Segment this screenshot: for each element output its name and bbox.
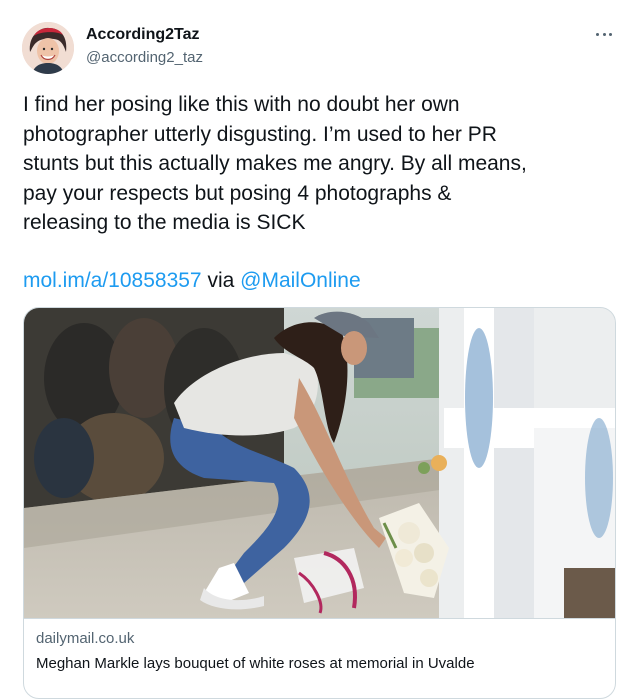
more-horizontal-icon[interactable] [594, 24, 614, 44]
card-meta[interactable]: dailymail.co.uk Meghan Markle lays bouqu… [24, 618, 615, 674]
tweet-text-line: releasing to the media is SICK [23, 211, 306, 234]
link-card[interactable]: dailymail.co.uk Meghan Markle lays bouqu… [23, 307, 616, 699]
author-name[interactable]: According2Taz [86, 26, 200, 44]
author-handle[interactable]: @according2_taz [86, 49, 203, 66]
via-text: via [201, 269, 241, 292]
tweet-text-line: pay your respects but posing 4 photograp… [23, 181, 452, 205]
mention-link[interactable]: @MailOnline [240, 269, 361, 292]
avatar-image [22, 22, 74, 74]
article-link[interactable]: mol.im/a/10858357 [23, 269, 202, 292]
more-dot [602, 33, 606, 36]
more-dot [596, 33, 599, 36]
card-photo [24, 308, 615, 618]
card-title: Meghan Markle lays bouquet of white rose… [36, 655, 475, 672]
tweet-link-line: mol.im/a/10858357 via @MailOnline [23, 266, 361, 295]
tweet-text-line: stunts but this actually makes me angry.… [23, 152, 527, 175]
tweet-text-line: I find her posing like this with no doub… [23, 93, 460, 116]
tweet-text-line: photographer utterly disgusting. I’m use… [23, 122, 497, 146]
card-domain: dailymail.co.uk [36, 630, 135, 647]
more-dot [609, 33, 612, 36]
tweet[interactable]: According2Taz @according2_taz I find her… [0, 0, 640, 699]
author-avatar[interactable] [22, 22, 74, 74]
tweet-text: I find her posing like this with no doub… [23, 90, 623, 238]
